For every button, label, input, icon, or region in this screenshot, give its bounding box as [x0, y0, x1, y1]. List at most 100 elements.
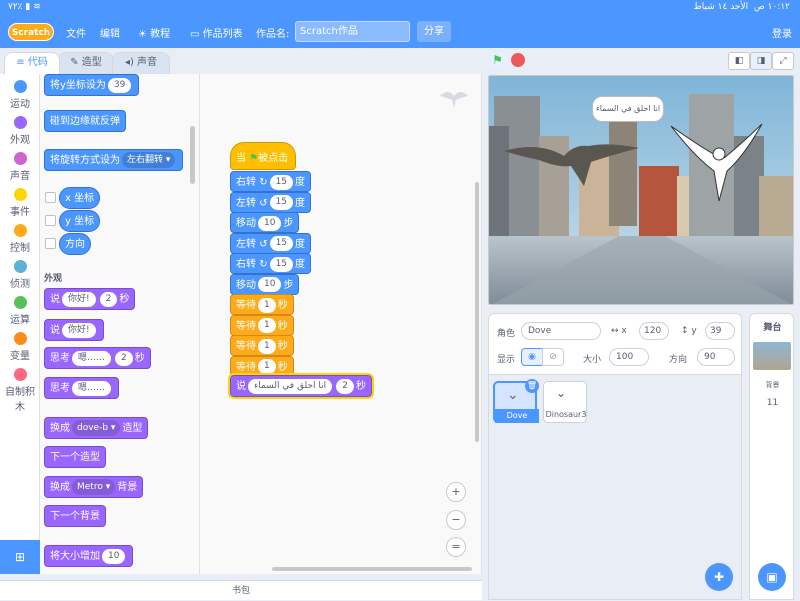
stage-panel[interactable]: 舞台 背景 11 ▣ — [749, 313, 794, 600]
block-input[interactable]: 39 — [107, 77, 132, 93]
block-input[interactable]: 1 — [258, 318, 276, 333]
block-input[interactable]: 15 — [269, 174, 294, 190]
scratch-logo[interactable]: Scratch — [8, 23, 54, 41]
share-button[interactable]: 分享 — [417, 21, 451, 42]
script-block[interactable]: 移动 10 步 — [230, 212, 300, 233]
direction-input[interactable]: 90 — [697, 348, 735, 366]
category-sound[interactable]: 声音 — [0, 152, 40, 182]
project-title-input[interactable]: Scratch作品 — [295, 21, 410, 42]
category-variables[interactable]: 变量 — [0, 332, 40, 362]
costume-dropdown[interactable]: dove-b ▾ — [72, 420, 121, 436]
block-input[interactable]: 嗯…… — [72, 380, 112, 396]
block-set-rotation[interactable]: 将旋转方式设为 左右翻转 ▾ — [44, 149, 184, 171]
block-set-y[interactable]: 将y坐标设为 39 — [44, 74, 140, 96]
block-bounce[interactable]: 碰到边缘就反弹 — [44, 110, 126, 132]
menu-tutorials[interactable]: ☀ 教程 — [138, 25, 170, 40]
sprite-tile-dove[interactable]: Dove 🗑 ⌄ — [493, 379, 539, 423]
block-say-for[interactable]: 说你好! 2 秒 — [44, 288, 136, 310]
checkbox-direction[interactable] — [45, 238, 56, 249]
block-input[interactable]: 2 — [115, 350, 133, 366]
script-block[interactable]: 右转 ↻ 15 度 — [230, 171, 312, 192]
y-input[interactable]: 39 — [705, 322, 735, 340]
block-next-costume[interactable]: 下一个造型 — [44, 446, 106, 468]
delete-sprite-icon[interactable]: 🗑 — [525, 379, 539, 393]
stop-button[interactable] — [511, 53, 525, 67]
block-say-for-seconds[interactable]: 说 انا احلق في السماء 2 秒 — [228, 373, 374, 399]
extension-button[interactable]: ⊞ — [0, 540, 40, 574]
block-input[interactable]: 2 — [336, 378, 354, 394]
large-stage-button[interactable]: ◨ — [750, 52, 772, 70]
block-next-backdrop[interactable]: 下一个背景 — [44, 505, 106, 527]
block-input[interactable]: 嗯…… — [72, 350, 112, 366]
x-input[interactable]: 120 — [639, 322, 669, 340]
block-input[interactable]: 你好! — [62, 291, 96, 307]
sprite-tile-dinosaur3[interactable]: ⌄ Dinosaur3 — [543, 381, 587, 423]
menu-file[interactable]: 文件 — [66, 25, 86, 40]
rotation-dropdown[interactable]: 左右翻转 ▾ — [122, 152, 176, 168]
size-input[interactable]: 100 — [609, 348, 649, 366]
script-block[interactable]: 移动 10 步 — [230, 273, 300, 295]
script-block[interactable]: 等待 1 秒 — [230, 294, 294, 315]
reporter-y[interactable]: y 坐标 — [59, 210, 101, 232]
block-switch-backdrop[interactable]: 换成 Metro ▾ 背景 — [44, 476, 144, 498]
checkbox-y[interactable] — [45, 215, 56, 226]
block-input[interactable]: 15 — [269, 195, 294, 210]
checkbox-x[interactable] — [45, 192, 56, 203]
sprite-name-input[interactable]: Dove — [521, 322, 601, 340]
backpack[interactable]: 书包 — [0, 580, 482, 600]
script-block[interactable]: 等待 1 秒 — [230, 314, 294, 336]
block-input[interactable]: 1 — [258, 359, 276, 374]
zoom-reset-button[interactable]: = — [446, 537, 466, 557]
workspace-vertical-scrollbar[interactable] — [475, 182, 479, 442]
tab-code[interactable]: ≡ 代码 — [4, 52, 60, 74]
block-input[interactable]: 15 — [269, 256, 294, 272]
show-sprite-button[interactable]: ◉ — [521, 348, 543, 366]
block-input[interactable]: 10 — [102, 548, 126, 564]
block-switch-costume[interactable]: 换成 dove-b ▾ 造型 — [44, 417, 149, 439]
menu-project-list[interactable]: ▭ 作品列表 — [190, 25, 243, 40]
block-input[interactable]: 1 — [258, 338, 276, 354]
green-flag-button[interactable]: ⚑ — [489, 52, 506, 69]
block-input[interactable]: انا احلق في السماء — [248, 378, 333, 394]
category-my-blocks[interactable]: 自制积木 — [0, 368, 40, 413]
script-block[interactable]: 等待 1 秒 — [230, 335, 294, 356]
block-think-for[interactable]: 思考 嗯…… 2 秒 — [44, 347, 151, 369]
code-workspace[interactable]: 当 ⚑被点击 右转 ↻ 15 度左转 ↺ 15 度移动 10 步左转 ↺ 15 度右转 ↻ 15 度… — [200, 74, 482, 574]
block-when-flag-clicked[interactable]: 当 ⚑被点击 — [230, 142, 296, 170]
category-looks[interactable]: 外观 — [0, 116, 40, 146]
category-control[interactable]: 控制 — [0, 224, 40, 254]
fullscreen-button[interactable]: ⤢ — [772, 52, 794, 70]
palette-scrollbar[interactable] — [190, 126, 195, 184]
category-sensing[interactable]: 侦测 — [0, 260, 40, 290]
block-change-size[interactable]: 将大小增加 10 — [44, 545, 134, 567]
zoom-out-button[interactable]: − — [446, 510, 466, 530]
hide-sprite-button[interactable]: ⊘ — [542, 348, 564, 366]
tab-costumes[interactable]: ✎ 造型 — [58, 52, 114, 74]
script-block[interactable]: 左转 ↺ 15 度 — [230, 191, 312, 213]
reporter-direction[interactable]: 方向 — [59, 233, 91, 255]
category-motion[interactable]: 运动 — [0, 80, 40, 110]
workspace-horizontal-scrollbar[interactable] — [272, 567, 472, 571]
block-input[interactable]: 2 — [99, 291, 118, 307]
category-operators[interactable]: 运算 — [0, 296, 40, 326]
block-think[interactable]: 思考 嗯…… — [44, 377, 120, 399]
block-say[interactable]: 说你好! — [44, 319, 104, 341]
add-sprite-button[interactable]: ✚ — [705, 563, 733, 591]
category-events[interactable]: 事件 — [0, 188, 40, 218]
add-backdrop-button[interactable]: ▣ — [758, 563, 786, 591]
reporter-x[interactable]: x 坐标 — [59, 187, 101, 209]
block-input[interactable]: 15 — [269, 236, 294, 251]
block-input[interactable]: 你好! — [62, 322, 96, 338]
menu-edit[interactable]: 编辑 — [100, 25, 120, 40]
backdrop-dropdown[interactable]: Metro ▾ — [72, 479, 116, 495]
small-stage-button[interactable]: ◧ — [728, 52, 750, 70]
block-input[interactable]: 10 — [258, 277, 282, 292]
login-button[interactable]: 登录 — [772, 25, 792, 40]
script-block[interactable]: 右转 ↻ 15 度 — [230, 253, 312, 274]
stage[interactable]: انا احلق في السماء — [488, 75, 794, 305]
script-block[interactable]: 左转 ↺ 15 度 — [230, 232, 312, 254]
zoom-in-button[interactable]: + — [446, 482, 466, 502]
block-input[interactable]: 1 — [258, 297, 276, 313]
script-block[interactable]: 等待 1 秒 — [230, 355, 294, 377]
block-input[interactable]: 10 — [258, 215, 282, 231]
